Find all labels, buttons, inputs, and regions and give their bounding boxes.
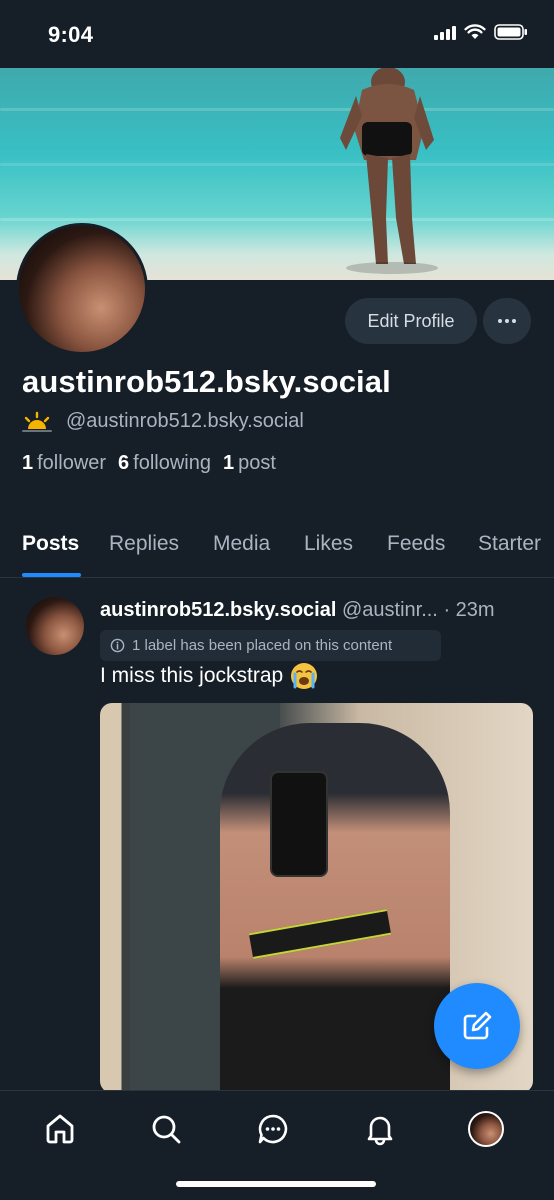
tab-starter[interactable]: Starter: [478, 532, 541, 556]
tab-replies[interactable]: Replies: [109, 532, 179, 556]
cellular-signal-icon: [434, 25, 456, 40]
tab-feeds[interactable]: Feeds: [387, 532, 445, 556]
image-figure: [220, 723, 450, 1093]
post-separator: ·: [443, 599, 451, 621]
tab-media[interactable]: Media: [213, 532, 270, 556]
post-text-row: I miss this jockstrap: [100, 663, 318, 689]
battery-icon: [494, 24, 527, 40]
bell-icon: [367, 1116, 393, 1146]
post-time: 23m: [455, 599, 495, 621]
following-stat[interactable]: 6 following: [118, 452, 211, 475]
home-indicator: [176, 1181, 376, 1187]
nav-profile[interactable]: [466, 1109, 506, 1149]
profile-tabs: Posts Replies Media Likes Feeds Starter: [0, 520, 554, 578]
edit-profile-button[interactable]: Edit Profile: [345, 298, 477, 344]
status-icons: [434, 24, 528, 40]
loudly-crying-face-icon: [291, 663, 318, 689]
status-time: 9:04: [48, 22, 94, 47]
avatar: [468, 1111, 504, 1147]
content-label-notice[interactable]: 1 label has been placed on this content: [100, 630, 441, 661]
tab-likes[interactable]: Likes: [304, 532, 353, 556]
label-notice-text: 1 label has been placed on this content: [132, 637, 393, 654]
home-icon: [46, 1114, 74, 1144]
post-author[interactable]: austinrob512.bsky.social: [100, 599, 336, 621]
profile-handle: @austinrob512.bsky.social: [66, 410, 304, 432]
profile-stats: 1 follower 6 following 1 post: [22, 452, 276, 475]
search-icon: [152, 1115, 181, 1144]
chat-icon: [258, 1114, 288, 1144]
compose-icon: [463, 1011, 492, 1040]
more-options-button[interactable]: [483, 298, 531, 344]
nav-notifications[interactable]: [360, 1109, 400, 1149]
compose-button[interactable]: [434, 983, 520, 1069]
info-icon: [110, 638, 125, 653]
profile-display-name: austinrob512.bsky.social: [22, 364, 391, 399]
image-phone: [270, 771, 328, 877]
post-header: austinrob512.bsky.social @austinr... · 2…: [100, 599, 540, 622]
post-handle[interactable]: @austinr...: [342, 599, 438, 621]
status-bar: 9:04: [0, 0, 554, 68]
profile-avatar[interactable]: [16, 223, 148, 355]
wifi-icon: [464, 24, 486, 39]
nav-chat[interactable]: [253, 1109, 293, 1149]
nav-search[interactable]: [146, 1109, 186, 1149]
posts-stat: 1 post: [223, 452, 276, 474]
tab-posts[interactable]: Posts: [22, 532, 79, 556]
active-tab-indicator: [22, 573, 81, 577]
profile-handle-row: @austinrob512.bsky.social: [22, 410, 304, 433]
post-text: I miss this jockstrap: [100, 664, 284, 687]
ellipsis-icon: [498, 319, 516, 323]
sunrise-icon: [22, 411, 52, 432]
followers-stat[interactable]: 1 follower: [22, 452, 106, 475]
nav-home[interactable]: [40, 1109, 80, 1149]
post-avatar[interactable]: [26, 597, 84, 655]
